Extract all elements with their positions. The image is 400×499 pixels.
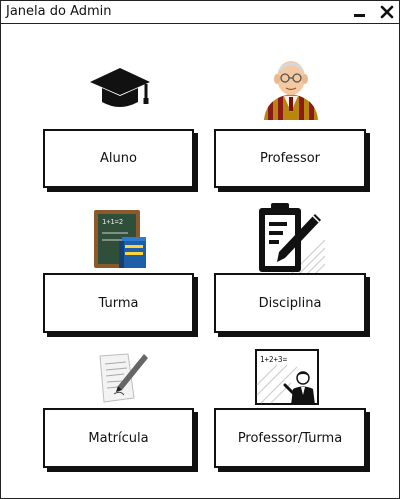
turma-button[interactable]: Turma [43,273,194,333]
professor-turma-button-label: Professor/Turma [237,430,343,446]
matricula-button-label: Matrícula [88,430,149,446]
professor-turma-button[interactable]: Professor/Turma [214,408,366,468]
teacher-avatar-icon [264,61,318,120]
aluno-button-label: Aluno [100,151,137,166]
turma-button-label: Turma [98,295,139,311]
minimize-button[interactable] [351,3,369,21]
window-title: Janela do Admin [6,4,112,19]
aluno-button[interactable]: Aluno [43,129,194,188]
close-button[interactable] [378,3,396,21]
title-bar: Janela do Admin [1,1,399,24]
svg-text:1+1=2: 1+1=2 [102,218,123,226]
chalkboard-icon: 1+1=2 [94,210,146,268]
presenter-board-icon: 1+2+3= [255,349,319,405]
matricula-button[interactable]: Matrícula [43,408,194,468]
disciplina-button-label: Disciplina [258,295,322,311]
close-icon [380,5,394,19]
disciplina-button[interactable]: Disciplina [214,273,366,333]
document-pen-icon [99,353,148,403]
professor-button-label: Professor [259,151,321,166]
clipboard-pen-icon [259,203,325,276]
graduation-cap-icon [90,68,150,107]
minimize-icon [354,14,365,17]
professor-button[interactable]: Professor [214,129,366,188]
svg-text:1+2+3=: 1+2+3= [260,355,288,364]
